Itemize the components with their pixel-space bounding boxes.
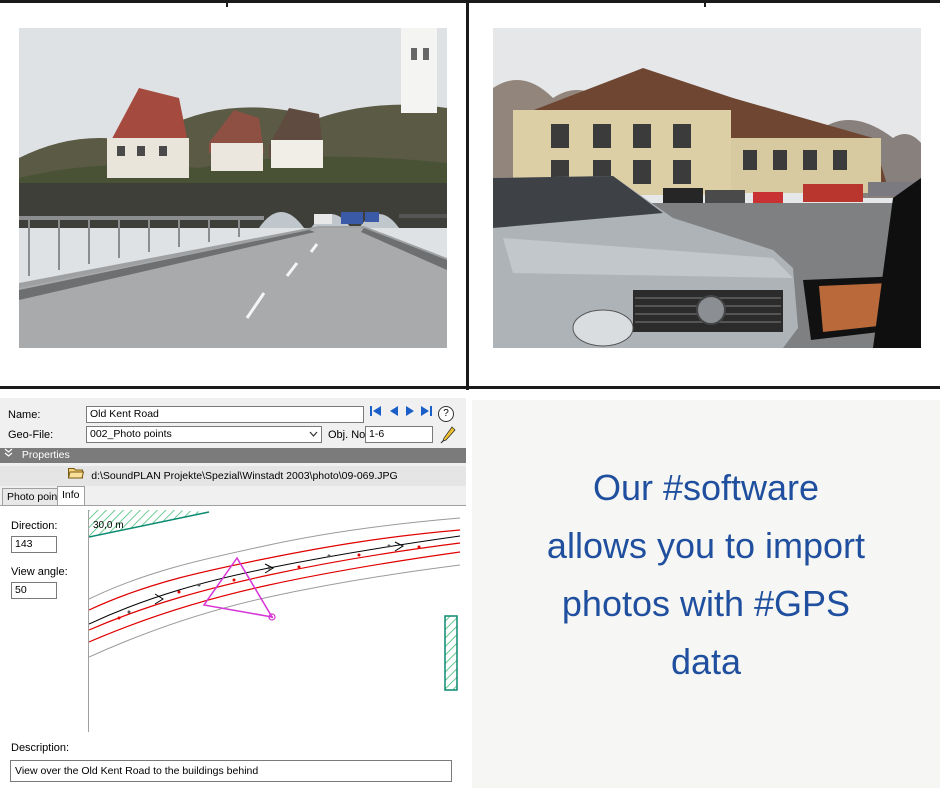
last-record-icon[interactable]	[418, 406, 434, 422]
prev-record-icon[interactable]	[386, 406, 402, 422]
folder-icon[interactable]	[68, 466, 85, 486]
name-input[interactable]: Old Kent Road	[86, 406, 364, 423]
properties-section-bar[interactable]: Properties	[0, 448, 466, 463]
geofile-value: 002_Photo points	[90, 428, 172, 440]
photo-point-dialog: Name: Old Kent Road ? Geo-File: 002_Phot…	[0, 398, 466, 788]
next-record-icon[interactable]	[402, 406, 418, 422]
properties-title: Properties	[21, 449, 70, 461]
grid-tick	[704, 0, 706, 7]
grid-bottom-border	[0, 386, 940, 389]
view-angle-input[interactable]: 50	[11, 582, 57, 599]
dropdown-arrow-icon[interactable]	[309, 427, 318, 442]
grid-divider	[466, 0, 469, 390]
pencil-icon[interactable]	[440, 426, 456, 447]
objno-input[interactable]: 1-6	[365, 426, 433, 443]
caption-text: Our #software allows you to import photo…	[472, 459, 940, 691]
geofile-label: Geo-File:	[8, 429, 54, 441]
caption-panel: Our #software allows you to import photo…	[472, 400, 940, 788]
caption-line: data	[670, 641, 742, 682]
first-record-icon[interactable]	[368, 406, 384, 422]
name-label: Name:	[8, 409, 41, 421]
direction-label: Direction:	[11, 520, 58, 532]
map-scale-label: 30,0 m	[93, 520, 124, 531]
map-preview[interactable]: 30,0 m	[88, 510, 461, 732]
help-icon[interactable]: ?	[438, 406, 454, 422]
objno-label: Obj. No.	[328, 429, 369, 441]
caption-line: photos with #GPS	[561, 583, 851, 624]
collapse-icon[interactable]	[4, 448, 16, 461]
geofile-select[interactable]: 002_Photo points	[86, 426, 322, 443]
description-input[interactable]: View over the Old Kent Road to the build…	[10, 760, 452, 782]
caption-line: Our #software	[592, 467, 820, 508]
tab-photo-point[interactable]: Photo point	[2, 488, 66, 506]
direction-input[interactable]: 143	[11, 536, 57, 553]
view-angle-label: View angle:	[11, 566, 68, 578]
file-path-text: d:\SoundPLAN Projekte\Spezial\Winstadt 2…	[91, 470, 398, 482]
photo-car-building	[493, 28, 921, 348]
grid-tick	[226, 0, 228, 7]
photo-bridge-road	[19, 28, 447, 348]
tab-info[interactable]: Info	[57, 486, 85, 506]
caption-line: allows you to import	[546, 525, 866, 566]
description-label: Description:	[11, 742, 70, 754]
file-path-bar[interactable]: d:\SoundPLAN Projekte\Spezial\Winstadt 2…	[0, 466, 466, 486]
grid-top-border	[0, 0, 940, 3]
